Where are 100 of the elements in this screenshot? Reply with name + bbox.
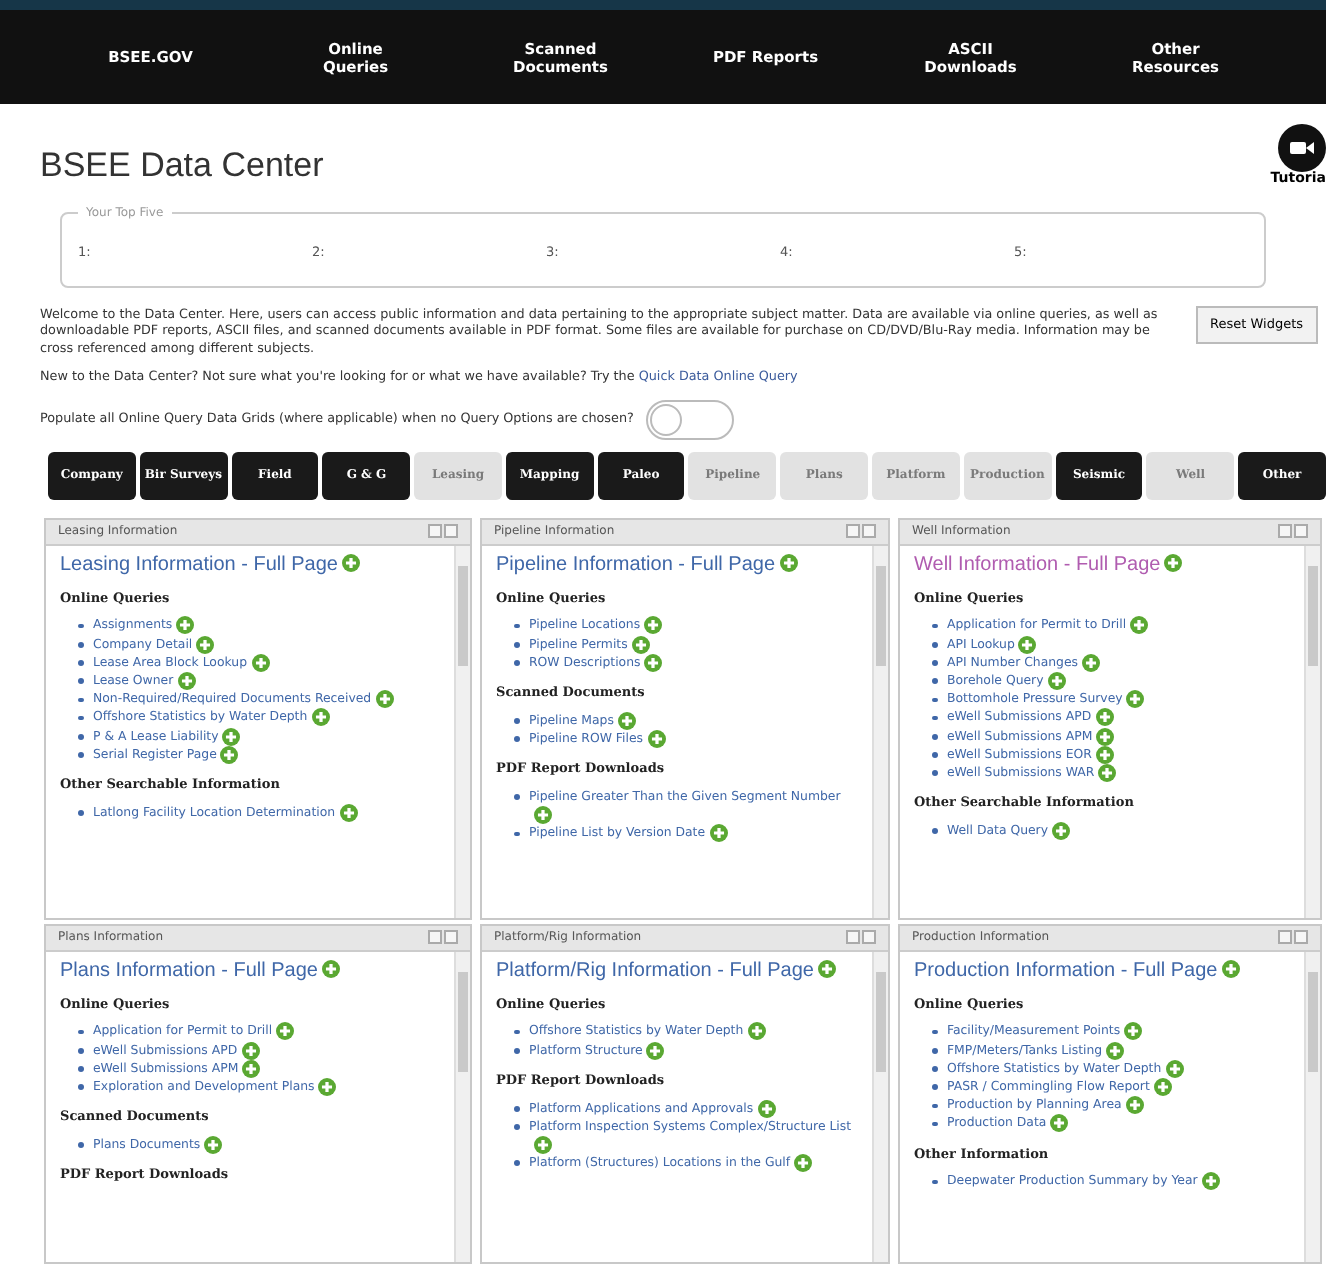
plus-icon[interactable]: [341, 554, 360, 573]
plus-icon[interactable]: [339, 803, 358, 822]
plus-icon[interactable]: [1130, 616, 1149, 635]
plus-icon[interactable]: [709, 824, 728, 843]
bullet-icon: [514, 623, 519, 629]
plus-icon[interactable]: [1126, 690, 1145, 709]
bullet-icon: [932, 1179, 937, 1185]
plus-icon[interactable]: [817, 960, 836, 979]
bullet-icon: [514, 660, 519, 666]
plus-icon[interactable]: [1201, 1172, 1220, 1191]
bullet-icon: [514, 1048, 519, 1054]
plus-icon[interactable]: [794, 1153, 813, 1172]
page-title: BSEE Data Center: [40, 144, 324, 188]
close-icon[interactable]: [862, 930, 876, 945]
bullet-icon: [514, 831, 519, 837]
bullet-icon: [932, 752, 937, 758]
plus-icon[interactable]: [644, 653, 663, 672]
bullet-icon: [932, 734, 937, 740]
minimize-icon[interactable]: [1278, 930, 1292, 945]
bullet-icon: [932, 715, 937, 721]
plus-icon[interactable]: [1125, 1096, 1144, 1115]
plus-icon[interactable]: [1018, 635, 1037, 654]
minimize-icon[interactable]: [846, 930, 860, 945]
plus-icon[interactable]: [241, 1041, 260, 1060]
plus-icon[interactable]: [242, 1059, 261, 1078]
plus-icon[interactable]: [647, 729, 666, 748]
bullet-icon: [932, 1103, 937, 1109]
bullet-icon: [514, 736, 519, 742]
plus-icon[interactable]: [631, 635, 650, 654]
bullet-icon: [78, 1029, 83, 1035]
full-page-link[interactable]: Production Information - Full Page: [914, 959, 1218, 982]
plus-icon[interactable]: [311, 708, 330, 727]
bullet-icon: [78, 1084, 83, 1090]
full-page-link[interactable]: Platform/Rig Information - Full Page: [496, 959, 814, 982]
plus-icon[interactable]: [646, 1041, 665, 1060]
plus-icon[interactable]: [1124, 1022, 1143, 1041]
bullet-icon: [78, 642, 83, 648]
minimize-icon[interactable]: [428, 524, 442, 539]
plus-icon[interactable]: [1164, 554, 1183, 573]
bullet-icon: [932, 828, 937, 834]
plus-icon[interactable]: [1096, 727, 1115, 746]
bullet-icon: [78, 623, 83, 629]
plus-icon[interactable]: [1221, 960, 1240, 979]
plus-icon[interactable]: [1098, 763, 1117, 782]
close-icon[interactable]: [444, 930, 458, 945]
bullet-icon: [514, 1106, 519, 1112]
plus-icon[interactable]: [1153, 1077, 1172, 1096]
bullet-icon: [932, 1084, 937, 1090]
plus-icon[interactable]: [533, 1135, 551, 1154]
minimize-icon[interactable]: [428, 930, 442, 945]
bullet-icon: [932, 1121, 937, 1127]
plus-icon[interactable]: [251, 653, 269, 672]
bullet-icon: [932, 678, 937, 684]
plus-icon[interactable]: [176, 616, 195, 635]
bullet-icon: [78, 697, 83, 703]
close-icon[interactable]: [1294, 930, 1308, 945]
minimize-icon[interactable]: [846, 524, 860, 539]
bullet-icon: [78, 678, 83, 684]
full-page-link[interactable]: Plans Information - Full Page: [60, 959, 318, 982]
bullet-icon: [932, 1029, 937, 1035]
bullet-icon: [932, 642, 937, 648]
minimize-icon[interactable]: [1278, 524, 1292, 539]
close-icon[interactable]: [444, 524, 458, 539]
bullet-icon: [78, 810, 83, 816]
plus-icon[interactable]: [757, 1099, 776, 1118]
bullet-icon: [514, 1160, 519, 1166]
bullet-icon: [932, 623, 937, 629]
plus-icon[interactable]: [222, 727, 241, 746]
video-camera-icon[interactable]: [1278, 124, 1326, 172]
bullet-icon: [78, 660, 83, 666]
full-page-link[interactable]: Well Information - Full Page: [914, 553, 1161, 576]
populate-toggle[interactable]: [645, 399, 734, 440]
plus-icon[interactable]: [1047, 671, 1066, 690]
plus-icon[interactable]: [177, 671, 196, 690]
plus-icon[interactable]: [1095, 708, 1114, 727]
plus-icon[interactable]: [644, 616, 663, 635]
full-page-link[interactable]: Pipeline Information - Full Page: [496, 553, 776, 576]
plus-icon[interactable]: [1052, 821, 1071, 840]
plus-icon[interactable]: [1050, 1114, 1069, 1133]
plus-icon[interactable]: [321, 960, 340, 979]
close-icon[interactable]: [862, 524, 876, 539]
plus-icon[interactable]: [617, 711, 636, 730]
plus-icon[interactable]: [220, 745, 239, 764]
bullet-icon: [78, 1048, 83, 1054]
close-icon[interactable]: [1294, 524, 1308, 539]
plus-icon[interactable]: [318, 1077, 337, 1096]
plus-icon[interactable]: [204, 1135, 223, 1154]
plus-icon[interactable]: [196, 635, 215, 654]
plus-icon[interactable]: [533, 805, 551, 824]
plus-icon[interactable]: [779, 554, 798, 573]
bullet-icon: [78, 734, 83, 740]
plus-icon[interactable]: [1106, 1041, 1125, 1060]
plus-icon[interactable]: [276, 1022, 295, 1041]
plus-icon[interactable]: [747, 1022, 766, 1041]
plus-icon[interactable]: [375, 690, 394, 709]
bullet-icon: [932, 660, 937, 666]
plus-icon[interactable]: [1082, 653, 1100, 672]
plus-icon[interactable]: [1095, 745, 1114, 764]
full-page-link[interactable]: Leasing Information - Full Page: [60, 553, 338, 576]
plus-icon[interactable]: [1165, 1059, 1184, 1078]
